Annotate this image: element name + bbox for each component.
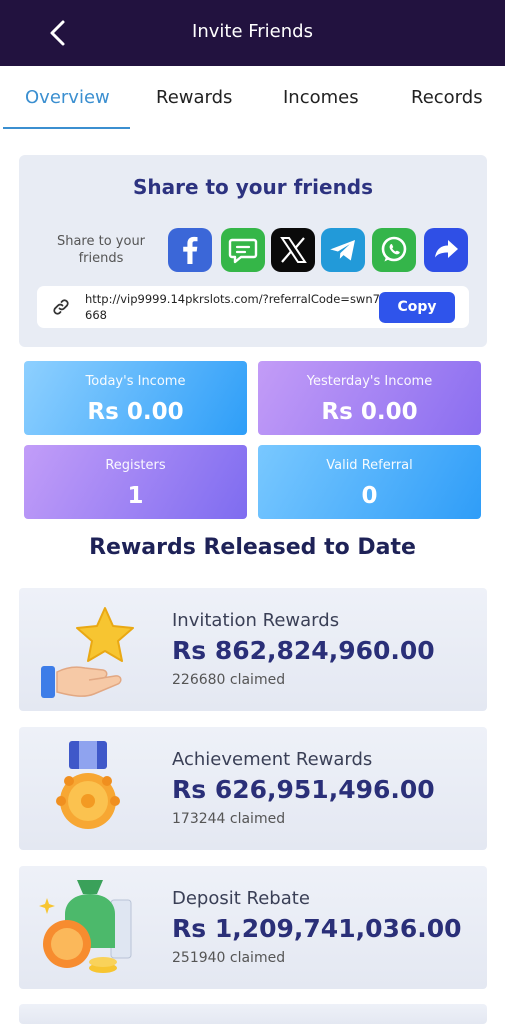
reward-claimed: 226680 claimed: [172, 672, 286, 688]
todays-income-card: Today's Income Rs 0.00: [24, 361, 247, 435]
facebook-share-button[interactable]: [168, 228, 212, 272]
message-share-button[interactable]: [221, 228, 265, 272]
stat-value: 0: [361, 483, 378, 509]
yesterdays-income-card: Yesterday's Income Rs 0.00: [258, 361, 481, 435]
medal-icon: [56, 741, 120, 829]
reward-amount: Rs 1,209,741,036.00: [172, 914, 462, 943]
reward-claimed: 173244 claimed: [172, 811, 286, 827]
telegram-icon: [330, 240, 355, 261]
message-icon: [228, 238, 258, 264]
whatsapp-icon: [381, 236, 407, 262]
tab-rewards[interactable]: Rewards: [156, 87, 232, 108]
referral-link-text: http://vip9999.14pkrslots.com/?referralC…: [85, 292, 380, 322]
share-label: Share to your friends: [56, 234, 146, 266]
referral-link-box: http://vip9999.14pkrslots.com/?referralC…: [37, 286, 469, 328]
valid-referral-card: Valid Referral 0: [258, 445, 481, 519]
money-bag-icon: [39, 880, 132, 973]
x-share-button[interactable]: [271, 228, 315, 272]
reward-card-partial: [19, 1004, 487, 1024]
telegram-share-button[interactable]: [321, 228, 365, 272]
facebook-icon: [183, 236, 198, 264]
share-more-button[interactable]: [424, 228, 468, 272]
reward-card-achievement: Achievement Rewards Rs 626,951,496.00 17…: [19, 727, 487, 850]
registers-card: Registers 1: [24, 445, 247, 519]
tab-overview[interactable]: Overview: [25, 87, 110, 108]
stat-label: Registers: [105, 458, 166, 473]
top-bar: Invite Friends: [0, 0, 505, 66]
reward-name: Achievement Rewards: [172, 749, 373, 770]
share-card: Share to your friends Share to your frie…: [19, 155, 487, 347]
stat-label: Valid Referral: [326, 458, 413, 473]
reward-card-deposit-rebate: Deposit Rebate Rs 1,209,741,036.00 25194…: [19, 866, 487, 989]
stat-label: Yesterday's Income: [306, 374, 433, 389]
share-arrow-icon: [435, 240, 458, 258]
tab-records[interactable]: Records: [411, 87, 483, 108]
reward-amount: Rs 862,824,960.00: [172, 636, 435, 665]
stat-value: 1: [127, 483, 144, 509]
share-title: Share to your friends: [132, 175, 374, 199]
stat-value: Rs 0.00: [321, 399, 418, 425]
copy-button[interactable]: Copy: [379, 292, 455, 323]
tab-bar: Overview Rewards Incomes Records: [0, 66, 505, 130]
x-icon: [280, 237, 307, 263]
reward-amount: Rs 626,951,496.00: [172, 775, 435, 804]
stat-value: Rs 0.00: [87, 399, 184, 425]
link-icon: [53, 299, 69, 315]
active-tab-indicator: [3, 127, 130, 129]
page-title: Invite Friends: [192, 21, 313, 42]
reward-claimed: 251940 claimed: [172, 950, 286, 966]
rewards-section-title: Rewards Released to Date: [89, 535, 416, 560]
tab-incomes[interactable]: Incomes: [283, 87, 359, 108]
reward-name: Deposit Rebate: [172, 888, 310, 909]
reward-name: Invitation Rewards: [172, 610, 340, 631]
star-hand-icon: [41, 607, 134, 698]
whatsapp-share-button[interactable]: [372, 228, 416, 272]
reward-card-invitation: Invitation Rewards Rs 862,824,960.00 226…: [19, 588, 487, 711]
stat-label: Today's Income: [85, 374, 186, 389]
